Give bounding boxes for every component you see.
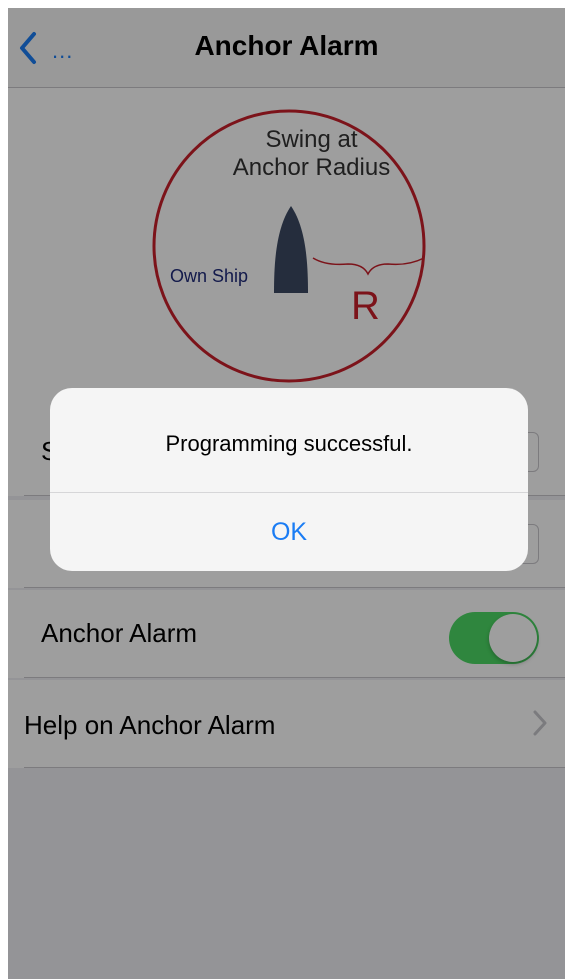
alert-message: Programming successful. bbox=[165, 431, 413, 456]
ok-button[interactable]: OK bbox=[50, 493, 528, 571]
app-screen: ... Anchor Alarm Swing at Anchor Radius … bbox=[8, 8, 565, 979]
alert-dialog: Programming successful. OK bbox=[50, 388, 528, 571]
